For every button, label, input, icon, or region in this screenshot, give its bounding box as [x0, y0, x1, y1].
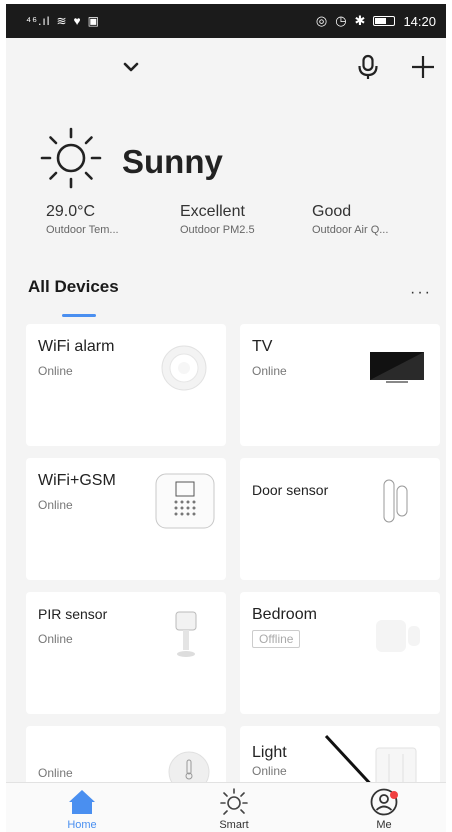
gsm-panel-icon — [155, 473, 215, 529]
device-offline-badge: Offline — [252, 630, 301, 648]
device-card-wifi-alarm[interactable]: WiFi alarm Online — [26, 324, 226, 446]
chevron-down-icon[interactable] — [122, 58, 140, 76]
top-bar — [6, 38, 446, 98]
status-bar: ⁴⁶.ıl ≋ ♥ ▣ ◎ ◷ ✱ 14:20 — [6, 4, 446, 38]
status-time: 14:20 — [403, 13, 436, 29]
alarm-icon: ◷ — [335, 13, 347, 28]
bluetooth-icon: ✱ — [354, 13, 366, 28]
plus-icon[interactable] — [410, 54, 436, 80]
app-screen: ⁴⁶.ıl ≋ ♥ ▣ ◎ ◷ ✱ 14:20 Sunny 29.0°C Out… — [6, 4, 446, 832]
nav-label: Home — [67, 819, 97, 831]
signal-indicator: ⁴⁶.ıl — [26, 14, 51, 28]
device-name: WiFi alarm — [38, 338, 115, 355]
stat-label: Outdoor Tem... — [46, 224, 119, 236]
nav-item-me[interactable]: Me — [344, 787, 424, 831]
door-sensor-icon — [383, 479, 408, 523]
bottom-nav: Home Smart Me — [6, 782, 446, 832]
nav-item-smart[interactable]: Smart — [194, 787, 274, 831]
device-status: Online — [252, 764, 287, 778]
nav-label: Me — [376, 819, 392, 831]
image-icon: ▣ — [87, 14, 100, 28]
device-name: PIR sensor — [38, 606, 108, 622]
device-card-wifi-gsm[interactable]: WiFi+GSM Online — [26, 458, 226, 580]
device-card-pir-sensor[interactable]: PIR sensor Online — [26, 592, 226, 714]
nfc-icon: ◎ — [315, 13, 328, 28]
alarm-device-icon — [161, 345, 207, 391]
tv-icon — [370, 352, 424, 383]
pir-sensor-icon — [175, 611, 197, 657]
status-right: ◎ ◷ ✱ 14:20 — [316, 13, 436, 29]
device-card-bedroom[interactable]: Bedroom Offline — [240, 592, 440, 714]
tab-underline — [62, 314, 96, 317]
notification-dot — [390, 791, 398, 799]
stat-air-quality: Good Outdoor Air Q... — [312, 203, 388, 236]
stat-value: Excellent — [180, 203, 245, 220]
mic-icon[interactable] — [356, 54, 380, 80]
nav-item-home[interactable]: Home — [42, 787, 122, 831]
device-status: Online — [38, 632, 73, 646]
stat-value: 29.0°C — [46, 203, 96, 220]
bedroom-sensor-icon — [376, 620, 420, 652]
home-icon — [69, 790, 95, 814]
stat-value: Good — [312, 203, 352, 220]
more-options-icon[interactable]: ··· — [410, 284, 432, 302]
device-name: Light — [252, 744, 287, 761]
device-status: Online — [38, 766, 73, 780]
device-status: Online — [38, 364, 73, 378]
sun-icon — [220, 788, 248, 815]
heart-icon: ♥ — [73, 14, 82, 28]
stat-label: Outdoor Air Q... — [312, 224, 389, 236]
all-devices-tab[interactable]: All Devices — [28, 277, 119, 297]
device-card-door-sensor[interactable]: Door sensor — [240, 458, 440, 580]
stat-temperature: 29.0°C Outdoor Tem... — [46, 203, 119, 236]
device-name: Bedroom — [252, 606, 317, 623]
device-name: WiFi+GSM — [38, 472, 116, 489]
nav-label: Smart — [219, 819, 249, 831]
stat-pm25: Excellent Outdoor PM2.5 — [180, 203, 255, 236]
status-left: ⁴⁶.ıl ≋ ♥ ▣ — [26, 14, 100, 28]
device-name: Door sensor — [252, 482, 329, 498]
weather-condition: Sunny — [122, 143, 223, 180]
wifi-icon: ≋ — [56, 14, 68, 28]
battery-icon — [373, 16, 396, 26]
weather-panel: Sunny 29.0°C Outdoor Tem... Excellent Ou… — [6, 119, 446, 244]
device-status: Online — [38, 498, 73, 512]
device-name: TV — [252, 338, 273, 355]
stat-label: Outdoor PM2.5 — [180, 224, 255, 236]
device-status: Online — [252, 364, 287, 378]
sun-icon — [40, 127, 102, 189]
device-card-tv[interactable]: TV Online — [240, 324, 440, 446]
